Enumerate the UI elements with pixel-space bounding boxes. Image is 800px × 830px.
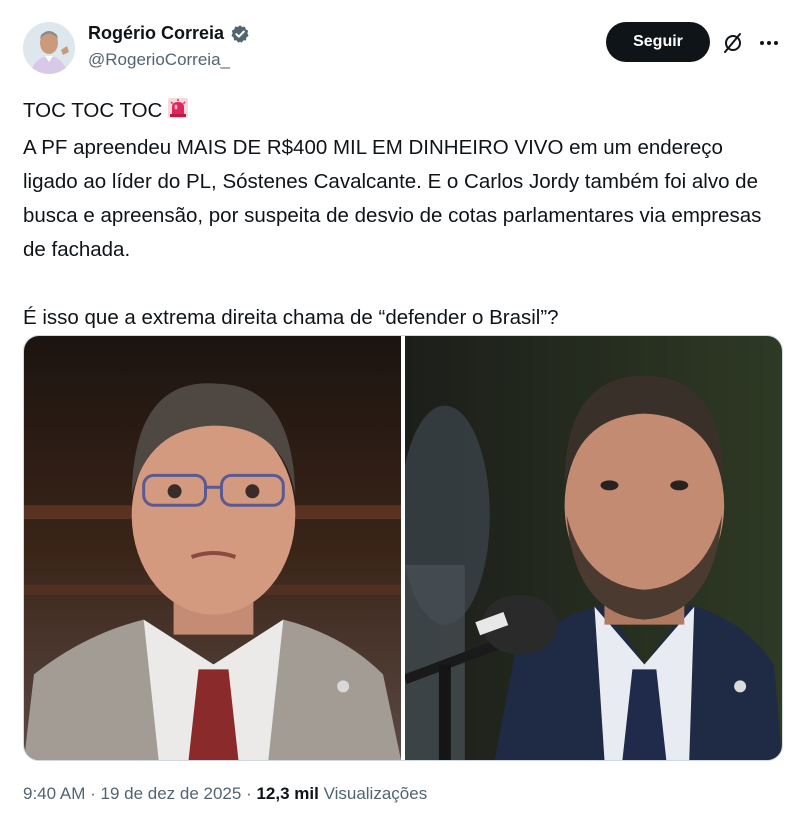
police-siren-icon	[166, 96, 190, 131]
photo-right-man-beard-microphone[interactable]	[405, 336, 782, 760]
avatar[interactable]	[23, 22, 75, 74]
views-label: Visualizações	[323, 784, 428, 803]
tweet-line1: TOC TOC TOC	[23, 94, 783, 131]
meta-separator-2: ·	[241, 784, 257, 803]
tweet-time[interactable]: 9:40 AM	[23, 784, 85, 803]
tweet-text: TOC TOC TOC A PF apreendeu MAIS DE R$400…	[23, 94, 783, 335]
tweet-meta: 9:40 AM · 19 de dez de 2025 · 12,3 mil V…	[23, 784, 427, 804]
grok-slash-icon[interactable]	[721, 31, 745, 55]
meta-separator: ·	[85, 784, 101, 803]
tweet-date[interactable]: 19 de dez de 2025	[100, 784, 241, 803]
more-dots-icon[interactable]	[757, 31, 781, 55]
tweet-line1-text: TOC TOC TOC	[23, 99, 163, 122]
views-count: 12,3 mil	[256, 784, 319, 803]
author-name-row[interactable]: Rogério Correia	[88, 23, 250, 44]
tweet-question: É isso que a extrema direita chama de “d…	[23, 306, 559, 329]
media-grid	[23, 335, 783, 761]
author-display-name[interactable]: Rogério Correia	[88, 23, 224, 44]
avatar-image	[23, 22, 75, 74]
tweet-paragraph: A PF apreendeu MAIS DE R$400 MIL EM DINH…	[23, 136, 762, 261]
photo-left-man-glasses[interactable]	[24, 336, 401, 760]
verified-badge-icon	[230, 24, 250, 44]
follow-button[interactable]: Seguir	[606, 22, 710, 62]
author-handle[interactable]: @RogerioCorreia_	[88, 50, 230, 70]
